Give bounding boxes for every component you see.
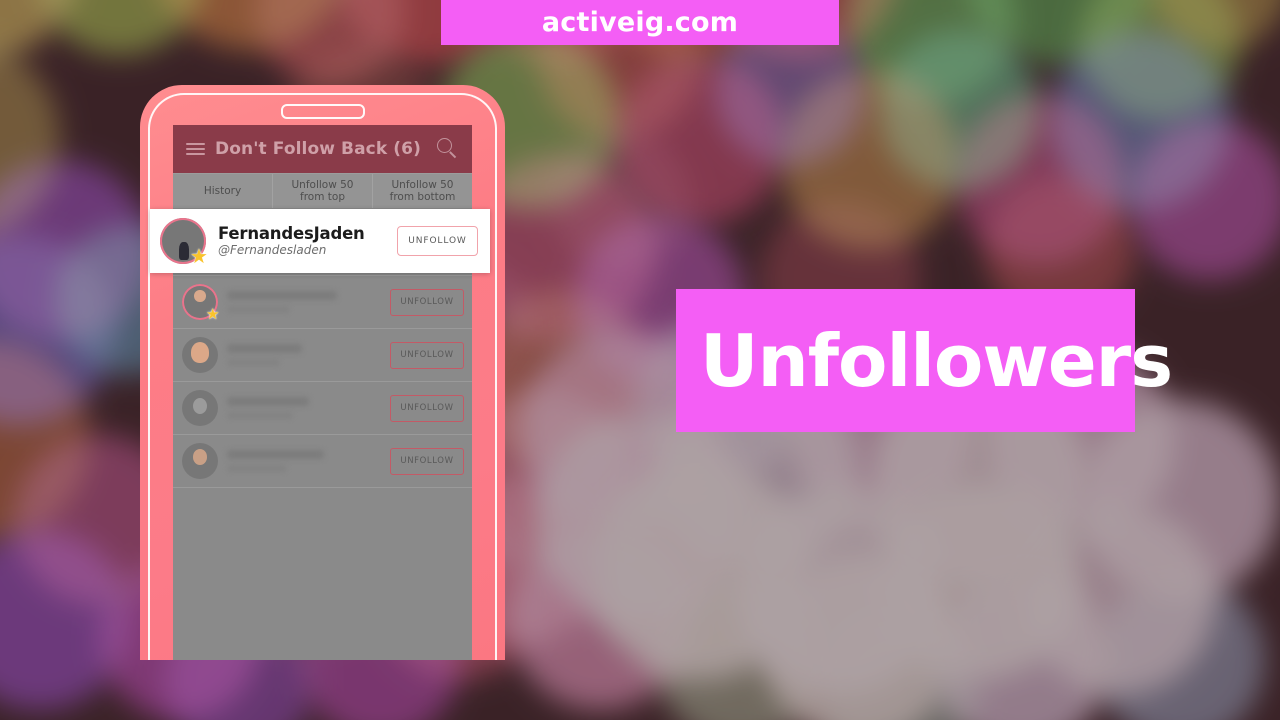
avatar [182,443,218,479]
unfollow-button[interactable]: UNFOLLOW [390,447,464,475]
tab-history-label: History [203,185,242,197]
phone-screen: Don't Follow Back (6) History Unfollow 5… [173,125,472,660]
user-meta [227,291,390,313]
user-handle-blurred [227,359,281,366]
tab-top-line2: from top [300,191,345,203]
tab-bottom-line2: from bottom [389,191,456,203]
tab-top-line1: Unfollow 50 [291,179,354,191]
avatar: ★ [182,284,220,323]
unfollow-button[interactable]: UNFOLLOW [390,394,464,422]
highlighted-user-name: FernandesJaden [218,224,365,243]
tab-history[interactable]: History [173,174,273,208]
highlighted-user-handle: @Fernandesladen [218,243,327,257]
tab-unfollow-top-label: Unfollow 50 from top [291,179,353,203]
highlighted-user-meta: FernandesJaden @Fernandesladen [218,224,397,258]
phone-mockup: Don't Follow Back (6) History Unfollow 5… [140,85,505,660]
user-name-blurred [227,291,337,300]
highlighted-user-card[interactable]: ★ FernandesJaden @Fernandesladen UNFOLLO… [150,209,490,273]
star-badge-icon: ★ [190,246,208,268]
smile-photo-avatar [182,337,218,373]
table-row[interactable]: UNFOLLOW [173,435,472,488]
user-handle-blurred [227,465,287,472]
user-handle-blurred [227,412,293,419]
tab-bar: History Unfollow 50 from top Unfollow 50… [173,173,472,208]
site-url-text: activeig.com [541,7,739,38]
site-url-banner: activeig.com [441,0,839,45]
tab-bottom-line1: Unfollow 50 [391,179,454,191]
user-name-blurred [227,344,303,353]
unfollowers-headline-banner: Unfollowers [676,289,1173,432]
avatar [182,390,218,426]
user-name-blurred [227,397,309,406]
table-row[interactable]: UNFOLLOW [173,329,472,382]
dark-photo-avatar [182,443,218,479]
unfollow-button[interactable]: UNFOLLOW [397,226,478,256]
phone-body: Don't Follow Back (6) History Unfollow 5… [140,85,505,660]
tab-unfollow-50-from-top[interactable]: Unfollow 50 from top [273,174,373,208]
unfollow-button[interactable]: UNFOLLOW [390,341,464,369]
avatar: ★ [160,218,208,267]
search-icon[interactable] [437,138,459,160]
user-meta [227,397,390,419]
star-badge-icon: ★ [206,306,220,323]
avatar [182,337,218,373]
bw-photo-avatar [182,390,218,426]
user-name-blurred [227,450,325,459]
tab-unfollow-bottom-label: Unfollow 50 from bottom [390,179,456,203]
table-row[interactable]: UNFOLLOW [173,382,472,435]
unfollow-button[interactable]: UNFOLLOW [390,288,464,316]
tab-unfollow-50-from-bottom[interactable]: Unfollow 50 from bottom [373,174,472,208]
app-title: Don't Follow Back (6) [215,139,421,159]
user-meta [227,344,390,366]
app-bar: Don't Follow Back (6) [173,125,472,173]
user-meta [227,450,390,472]
phone-speaker-grill-icon [280,104,365,119]
user-handle-blurred [227,306,290,313]
table-row[interactable]: ★ UNFOLLOW [173,276,472,329]
unfollowers-headline-text: Unfollowers [700,318,1173,403]
